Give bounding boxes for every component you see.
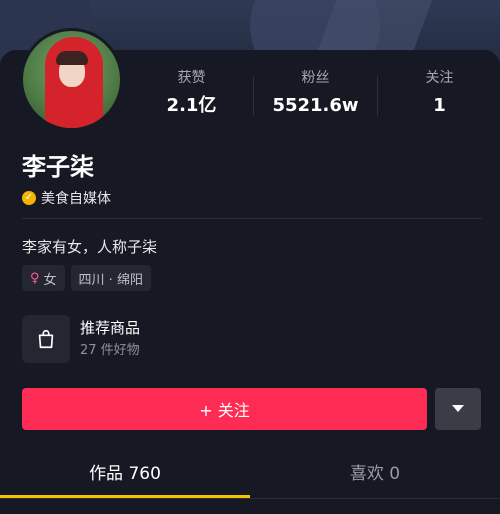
tab-likes[interactable]: 喜欢 0: [250, 455, 500, 498]
profile-bio: 李家有女，人称子柒: [22, 238, 158, 256]
check-icon: ✓: [22, 191, 36, 205]
stat-followers[interactable]: 粉丝 5521.6w: [254, 68, 377, 118]
stat-label: 关注: [425, 70, 454, 86]
stat-following[interactable]: 关注 1: [378, 68, 500, 118]
content-tabs: 作品 760 喜欢 0: [0, 455, 500, 499]
shopping-bag-icon: [22, 315, 70, 363]
stat-label: 获赞: [177, 70, 206, 86]
gender-tag: ♀ 女: [22, 265, 65, 291]
location-tag: 四川 · 绵阳: [70, 265, 151, 291]
female-icon: ♀: [30, 270, 40, 286]
tabs-divider: [0, 498, 500, 499]
avatar[interactable]: [20, 28, 123, 131]
stat-value: 2.1亿: [166, 95, 217, 116]
stat-value: 1: [433, 95, 446, 116]
verification-badge: ✓ 美食自媒体: [22, 189, 111, 207]
verification-label: 美食自媒体: [41, 191, 111, 207]
profile-stats: 获赞 2.1亿 粉丝 5521.6w 关注 1: [130, 68, 500, 138]
stat-value: 5521.6w: [272, 95, 359, 116]
profile-name: 李子柒: [22, 153, 94, 181]
recommended-products[interactable]: 推荐商品 27 件好物: [22, 313, 482, 365]
stat-label: 粉丝: [301, 70, 330, 86]
gender-label: 女: [43, 272, 57, 288]
more-options-button[interactable]: [435, 388, 481, 430]
chevron-down-icon: [452, 405, 464, 412]
products-title: 推荐商品: [80, 319, 141, 337]
tab-works[interactable]: 作品 760: [0, 455, 250, 498]
follow-button[interactable]: + 关注: [22, 388, 427, 430]
avatar-image: [23, 31, 120, 128]
profile-tags: ♀ 女 四川 · 绵阳: [22, 265, 151, 291]
location-label: 四川 · 绵阳: [78, 272, 143, 288]
products-count: 27 件好物: [80, 343, 140, 358]
section-divider: [22, 218, 482, 219]
stat-likes[interactable]: 获赞 2.1亿: [130, 68, 253, 118]
